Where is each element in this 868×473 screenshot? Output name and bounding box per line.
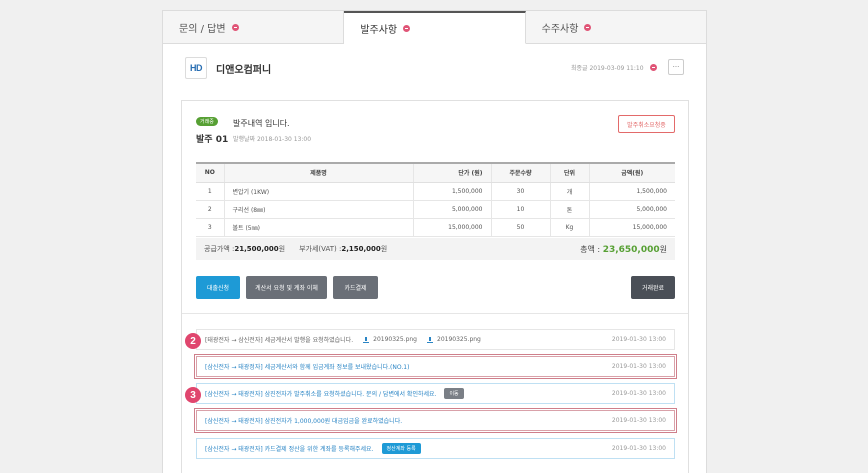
last-updated-text: 최종글 2019-03-09 11:10 [571,65,644,72]
table-row: 1 변압기 (1KW) 1,500,000 30 개 1,500,000 [196,182,675,201]
callout-marker: 3 [185,387,201,403]
table-header-row: NO 제품명 단가 (원) 주문수량 단위 금액(원) [196,162,675,183]
total: 총액 : 23,650,000원 [580,244,667,255]
company-header: HD 디앤오컴퍼니 [185,57,271,79]
attachment-link[interactable]: 20190325.png [363,336,417,343]
vat-unit: 원 [380,245,388,253]
items-table: NO 제품명 단가 (원) 주문수량 단위 금액(원) 1 변압기 (1KW) … [196,162,675,237]
order-panel: 문의 / 답변 발주사항 수주사항 HD 디앤오컴퍼니 최종글 2019-03-… [162,10,707,473]
total-label: 총액 : [580,244,603,254]
cell-unit-price: 5,000,000 [413,200,492,219]
register-account-button[interactable]: 정산계좌 등록 [381,443,421,454]
tab-label: 문의 / 답변 [179,23,226,35]
download-icon [427,336,433,343]
cell-quantity: 30 [491,182,551,201]
list-item: [삼신전자 → 태광전자] 카드결제 정산을 위한 계좌를 등록해주세요. 정산… [196,438,675,459]
supply-value: 21,500,000 [234,245,279,253]
cell-amount: 15,000,000 [589,218,675,237]
card-payment-button[interactable]: 카드결제 [333,276,378,299]
order-date: 발행날짜 2018-01-30 13:00 [233,136,312,143]
log-text: [삼신전자 → 태광전자] 삼진전자가 발주취소를 요청하셨습니다. 문의 / … [205,391,437,398]
log-time: 2019-01-30 13:00 [611,336,666,343]
cell-amount: 5,000,000 [589,200,675,219]
download-icon [363,336,370,343]
log-text: [삼신전자 → 태광전자] 삼진전자가 1,000,000원 대금입금을 완료하… [205,418,403,425]
log-time: 2019-01-30 13:00 [611,417,666,424]
close-icon[interactable] [403,24,411,32]
tab-inquiry[interactable]: 문의 / 답변 [163,11,345,44]
log-time: 2019-01-30 13:00 [611,390,666,397]
more-button[interactable]: ··· [668,59,684,75]
cell-no: 2 [196,200,225,219]
cell-unit: Kg [550,218,590,237]
go-button[interactable]: 이동 [444,388,464,399]
cell-unit: 개 [550,182,590,201]
supply-label: 공급가액 : [204,245,235,253]
attachment-name: 20190325.png [373,336,417,343]
cell-no: 3 [196,218,225,237]
header-product: 제품명 [224,162,414,183]
header-unit: 단위 [550,162,590,183]
list-item: [삼신전자 → 태광전자] 삼진전자가 발주취소를 요청하셨습니다. 문의 / … [196,383,675,404]
table-row: 2 구리선 (8㎜) 5,000,000 10 톤 5,000,000 [196,200,675,219]
attachment-link[interactable]: 20190325.png [427,336,481,343]
header-quantity: 주문수량 [491,162,551,183]
cell-unit-price: 1,500,000 [413,182,492,201]
log-text: [삼신전자 → 태광정자] 세금계산서와 함께 입금계좌 정보를 보내왔습니다.… [205,364,410,371]
cell-quantity: 50 [491,218,551,237]
order-card: 거래중 발주 01 발주내역 입니다. 발행날짜 2018-01-30 13:0… [181,100,689,473]
cancel-request-button[interactable]: 발주취소요청중 [618,115,675,133]
cell-product: 볼트 (5㎜) [224,218,414,237]
cell-quantity: 10 [491,200,551,219]
complete-deal-button[interactable]: 거래완료 [631,276,675,299]
supply-unit: 원 [278,245,286,253]
status-badge: 거래중 [196,117,218,126]
header-no: NO [196,162,225,183]
total-unit: 원 [659,244,667,254]
attachment-name: 20190325.png [437,336,481,343]
list-item: [삼신전자 → 태광전자] 삼진전자가 1,000,000원 대금입금을 완료하… [194,408,677,433]
order-summary: 공급가액 : 21,500,000 원 부가세(VAT) : 2,150,000… [196,238,675,260]
log-text: [태광전자 → 삼신전자] 세금계산서 발행을 요청하였습니다. [205,337,354,344]
header-unit-price: 단가 (원) [413,162,492,183]
order-id: 발주 01 [196,135,229,145]
close-icon[interactable] [231,23,239,31]
vat-value: 2,150,000 [341,245,381,253]
tab-label: 수주사항 [541,23,579,35]
company-name: 디앤오컴퍼니 [216,64,272,76]
cell-product: 변압기 (1KW) [224,182,414,201]
log-time: 2019-01-30 13:00 [611,363,666,370]
list-item: [태광전자 → 삼신전자] 세금계산서 발행을 요청하였습니다. 2019032… [196,329,675,350]
list-item: [삼신전자 → 태광정자] 세금계산서와 함께 입금계좌 정보를 보내왔습니다.… [194,354,677,379]
close-icon[interactable] [584,23,592,31]
loan-request-button[interactable]: 대출신청 [196,276,240,299]
invoice-transfer-button[interactable]: 계산서 요청 및 계좌 이체 [246,276,327,299]
tab-label: 발주사항 [360,24,398,36]
company-logo: HD [185,57,207,79]
tab-received-orders[interactable]: 수주사항 [525,11,706,44]
cell-product: 구리선 (8㎜) [224,200,414,219]
log-text: [삼신전자 → 태광전자] 카드결제 정산을 위한 계좌를 등록해주세요. [205,446,374,453]
divider [182,313,688,314]
new-badge-icon [649,64,657,71]
tab-bar: 문의 / 답변 발주사항 수주사항 [163,11,706,44]
callout-marker: 2 [185,333,201,349]
header-amount: 금액(원) [589,162,675,183]
total-value: 23,650,000 [602,244,660,255]
vat-label: 부가세(VAT) : [299,245,342,253]
cell-unit-price: 15,000,000 [413,218,492,237]
cell-amount: 1,500,000 [589,182,675,201]
last-updated: 최종글 2019-03-09 11:10 [571,63,657,72]
table-row: 3 볼트 (5㎜) 15,000,000 50 Kg 15,000,000 [196,218,675,237]
order-title: 발주내역 입니다. [233,119,290,128]
log-time: 2019-01-30 13:00 [611,445,666,452]
cell-unit: 톤 [550,200,590,219]
tab-orders[interactable]: 발주사항 [344,11,526,44]
cell-no: 1 [196,182,225,201]
